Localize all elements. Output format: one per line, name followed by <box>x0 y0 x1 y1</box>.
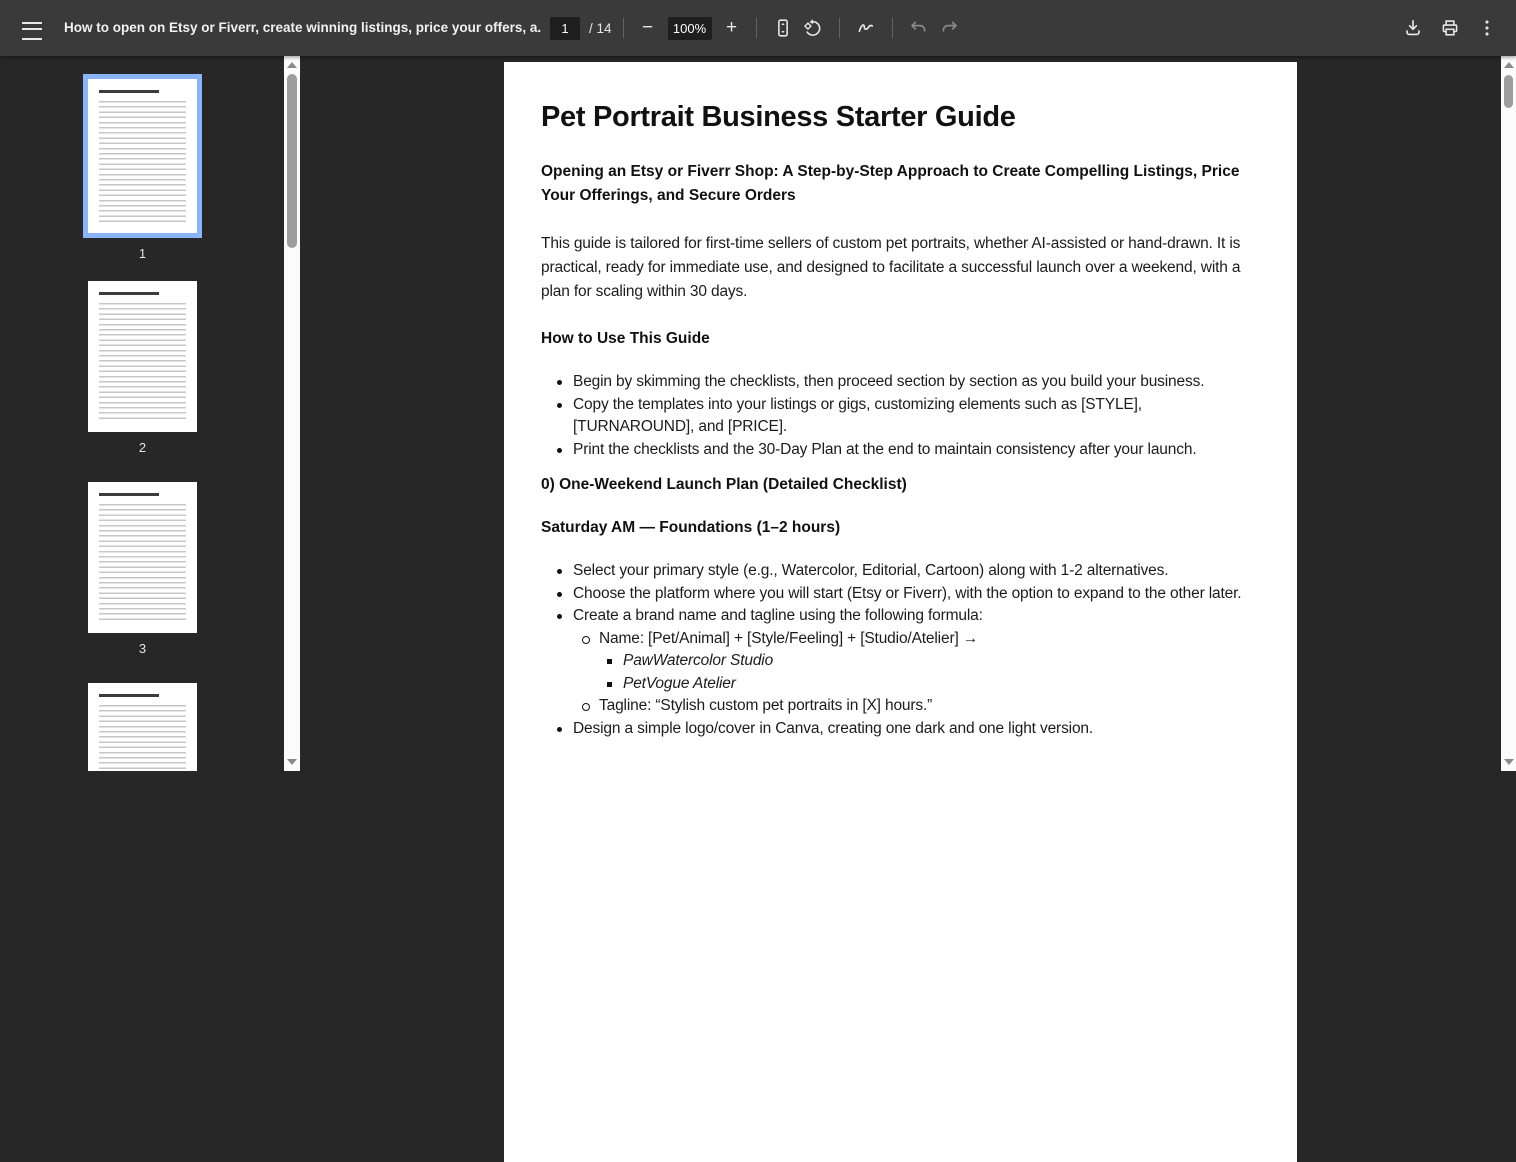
page-thumbnail-4[interactable]: 4 <box>83 683 202 771</box>
page-number-input[interactable] <box>550 16 580 40</box>
list-item-text: Begin by skimming the checklists, then p… <box>573 373 1205 390</box>
thumbnail-page-number: 1 <box>138 246 147 261</box>
list-item: PawWatercolor Studio <box>607 650 1260 673</box>
undo-icon <box>910 21 925 32</box>
zoom-out-button[interactable]: − <box>635 13 661 43</box>
brand-name-examples: PawWatercolor Studio PetVogue Atelier <box>599 650 1260 695</box>
intro-paragraph: This guide is tailored for first-time se… <box>541 235 1241 300</box>
toolbar-right-controls <box>1398 13 1502 43</box>
section-heading-how-to-use: How to Use This Guide <box>541 330 710 347</box>
toolbar-divider <box>891 18 893 38</box>
redo-button[interactable] <box>934 13 964 43</box>
list-item: Tagline: “Stylish custom pet portraits i… <box>582 695 1260 718</box>
scroll-down-arrow-icon[interactable] <box>287 759 297 765</box>
section-heading-saturday-am: Saturday AM — Foundations (1–2 hours) <box>541 519 841 536</box>
undo-button[interactable] <box>904 13 934 43</box>
list-item: Design a simple logo/cover in Canva, cre… <box>557 718 1260 741</box>
list-item-text: Choose the platform where you will start… <box>573 584 1242 602</box>
saturday-am-list: Select your primary style (e.g., Waterco… <box>541 560 1260 740</box>
list-item: Choose the platform where you will start… <box>557 583 1260 606</box>
list-item-text: Design a simple logo/cover in Canva, cre… <box>573 719 1094 737</box>
print-icon <box>1442 20 1458 36</box>
list-item-text: Select your primary style (e.g., Waterco… <box>573 562 1169 579</box>
brand-formula-sublist: Name: [Pet/Animal] + [Style/Feeling] + [… <box>573 628 1260 718</box>
list-item: Select your primary style (e.g., Waterco… <box>557 560 1260 583</box>
list-item-text: Tagline: “Stylish custom pet portraits i… <box>599 697 933 714</box>
annotate-button[interactable] <box>851 13 881 43</box>
main-scrollbar-thumb[interactable] <box>1504 75 1513 108</box>
redo-icon <box>942 21 957 32</box>
pdf-page: Pet Portrait Business Starter Guide Open… <box>504 62 1297 1162</box>
rotate-counterclockwise-icon <box>803 19 820 36</box>
viewer-content: 1 2 3 4 Pet Portrait Business Starter Gu… <box>0 56 1516 1162</box>
thumbnail-page-preview <box>88 482 197 633</box>
fit-page-icon <box>777 19 788 37</box>
scroll-down-arrow-icon[interactable] <box>1503 759 1514 765</box>
toolbar-divider <box>755 18 757 38</box>
rotate-button[interactable] <box>798 13 828 43</box>
thumbnail-page-preview <box>88 281 197 432</box>
menu-button[interactable] <box>20 16 44 40</box>
zoom-level-display[interactable]: 100% <box>667 16 712 40</box>
page-thumbnail-2[interactable]: 2 <box>83 281 202 455</box>
toolbar-divider <box>622 18 624 38</box>
scroll-up-arrow-icon[interactable] <box>1503 62 1514 68</box>
kebab-menu-icon <box>1485 20 1489 36</box>
section-heading-launch-plan: 0) One-Weekend Launch Plan (Detailed Che… <box>541 476 907 493</box>
list-item-text: Print the checklists and the 30-Day Plan… <box>573 440 1197 458</box>
print-button[interactable] <box>1435 13 1465 43</box>
sidebar-scrollbar[interactable] <box>284 56 300 771</box>
document-heading: Pet Portrait Business Starter Guide <box>541 101 1016 133</box>
thumbnail-page-preview <box>83 74 202 238</box>
page-thumbnail-3[interactable]: 3 <box>83 482 202 656</box>
menu-icon <box>22 21 42 40</box>
list-item: Copy the templates into your listings or… <box>557 394 1260 439</box>
fit-page-button[interactable] <box>768 13 798 43</box>
toolbar-document-title: How to open on Etsy or Fiverr, create wi… <box>64 20 542 35</box>
thumbnail-page-preview <box>88 683 197 771</box>
list-item: Create a brand name and tagline using th… <box>557 605 1260 718</box>
list-item: Print the checklists and the 30-Day Plan… <box>557 439 1260 462</box>
download-icon <box>1406 20 1420 36</box>
list-item-text: PawWatercolor Studio <box>623 652 774 669</box>
thumbnail-page-number: 2 <box>138 440 147 455</box>
toolbar-center-controls: / 14 − 100% + <box>550 0 964 56</box>
how-to-use-list: Begin by skimming the checklists, then p… <box>541 371 1260 461</box>
pen-squiggle-icon <box>858 24 873 33</box>
main-scrollbar[interactable] <box>1501 56 1516 771</box>
thumbnail-sidebar: 1 2 3 4 <box>0 56 284 771</box>
list-item: PetVogue Atelier <box>607 673 1260 696</box>
list-item-text: Create a brand name and tagline using th… <box>573 607 983 624</box>
document-subtitle: Opening an Etsy or Fiverr Shop: A Step-b… <box>541 163 1240 204</box>
sidebar-scrollbar-thumb[interactable] <box>287 74 297 248</box>
page-thumbnail-1[interactable]: 1 <box>83 74 202 261</box>
list-item: Name: [Pet/Animal] + [Style/Feeling] + [… <box>582 628 1260 696</box>
download-button[interactable] <box>1398 13 1428 43</box>
toolbar-divider <box>838 18 840 38</box>
more-options-button[interactable] <box>1472 13 1502 43</box>
list-item-text: PetVogue Atelier <box>623 674 736 692</box>
list-item-text: Name: [Pet/Animal] + [Style/Feeling] + [… <box>599 629 979 647</box>
thumbnail-page-number: 3 <box>138 641 147 656</box>
list-item: Begin by skimming the checklists, then p… <box>557 371 1260 394</box>
pdf-toolbar: How to open on Etsy or Fiverr, create wi… <box>0 0 1516 56</box>
list-item-text: Copy the templates into your listings or… <box>573 395 1142 436</box>
page-count-label: / 14 <box>589 20 612 36</box>
zoom-in-button[interactable]: + <box>719 13 745 43</box>
scroll-up-arrow-icon[interactable] <box>287 62 297 68</box>
